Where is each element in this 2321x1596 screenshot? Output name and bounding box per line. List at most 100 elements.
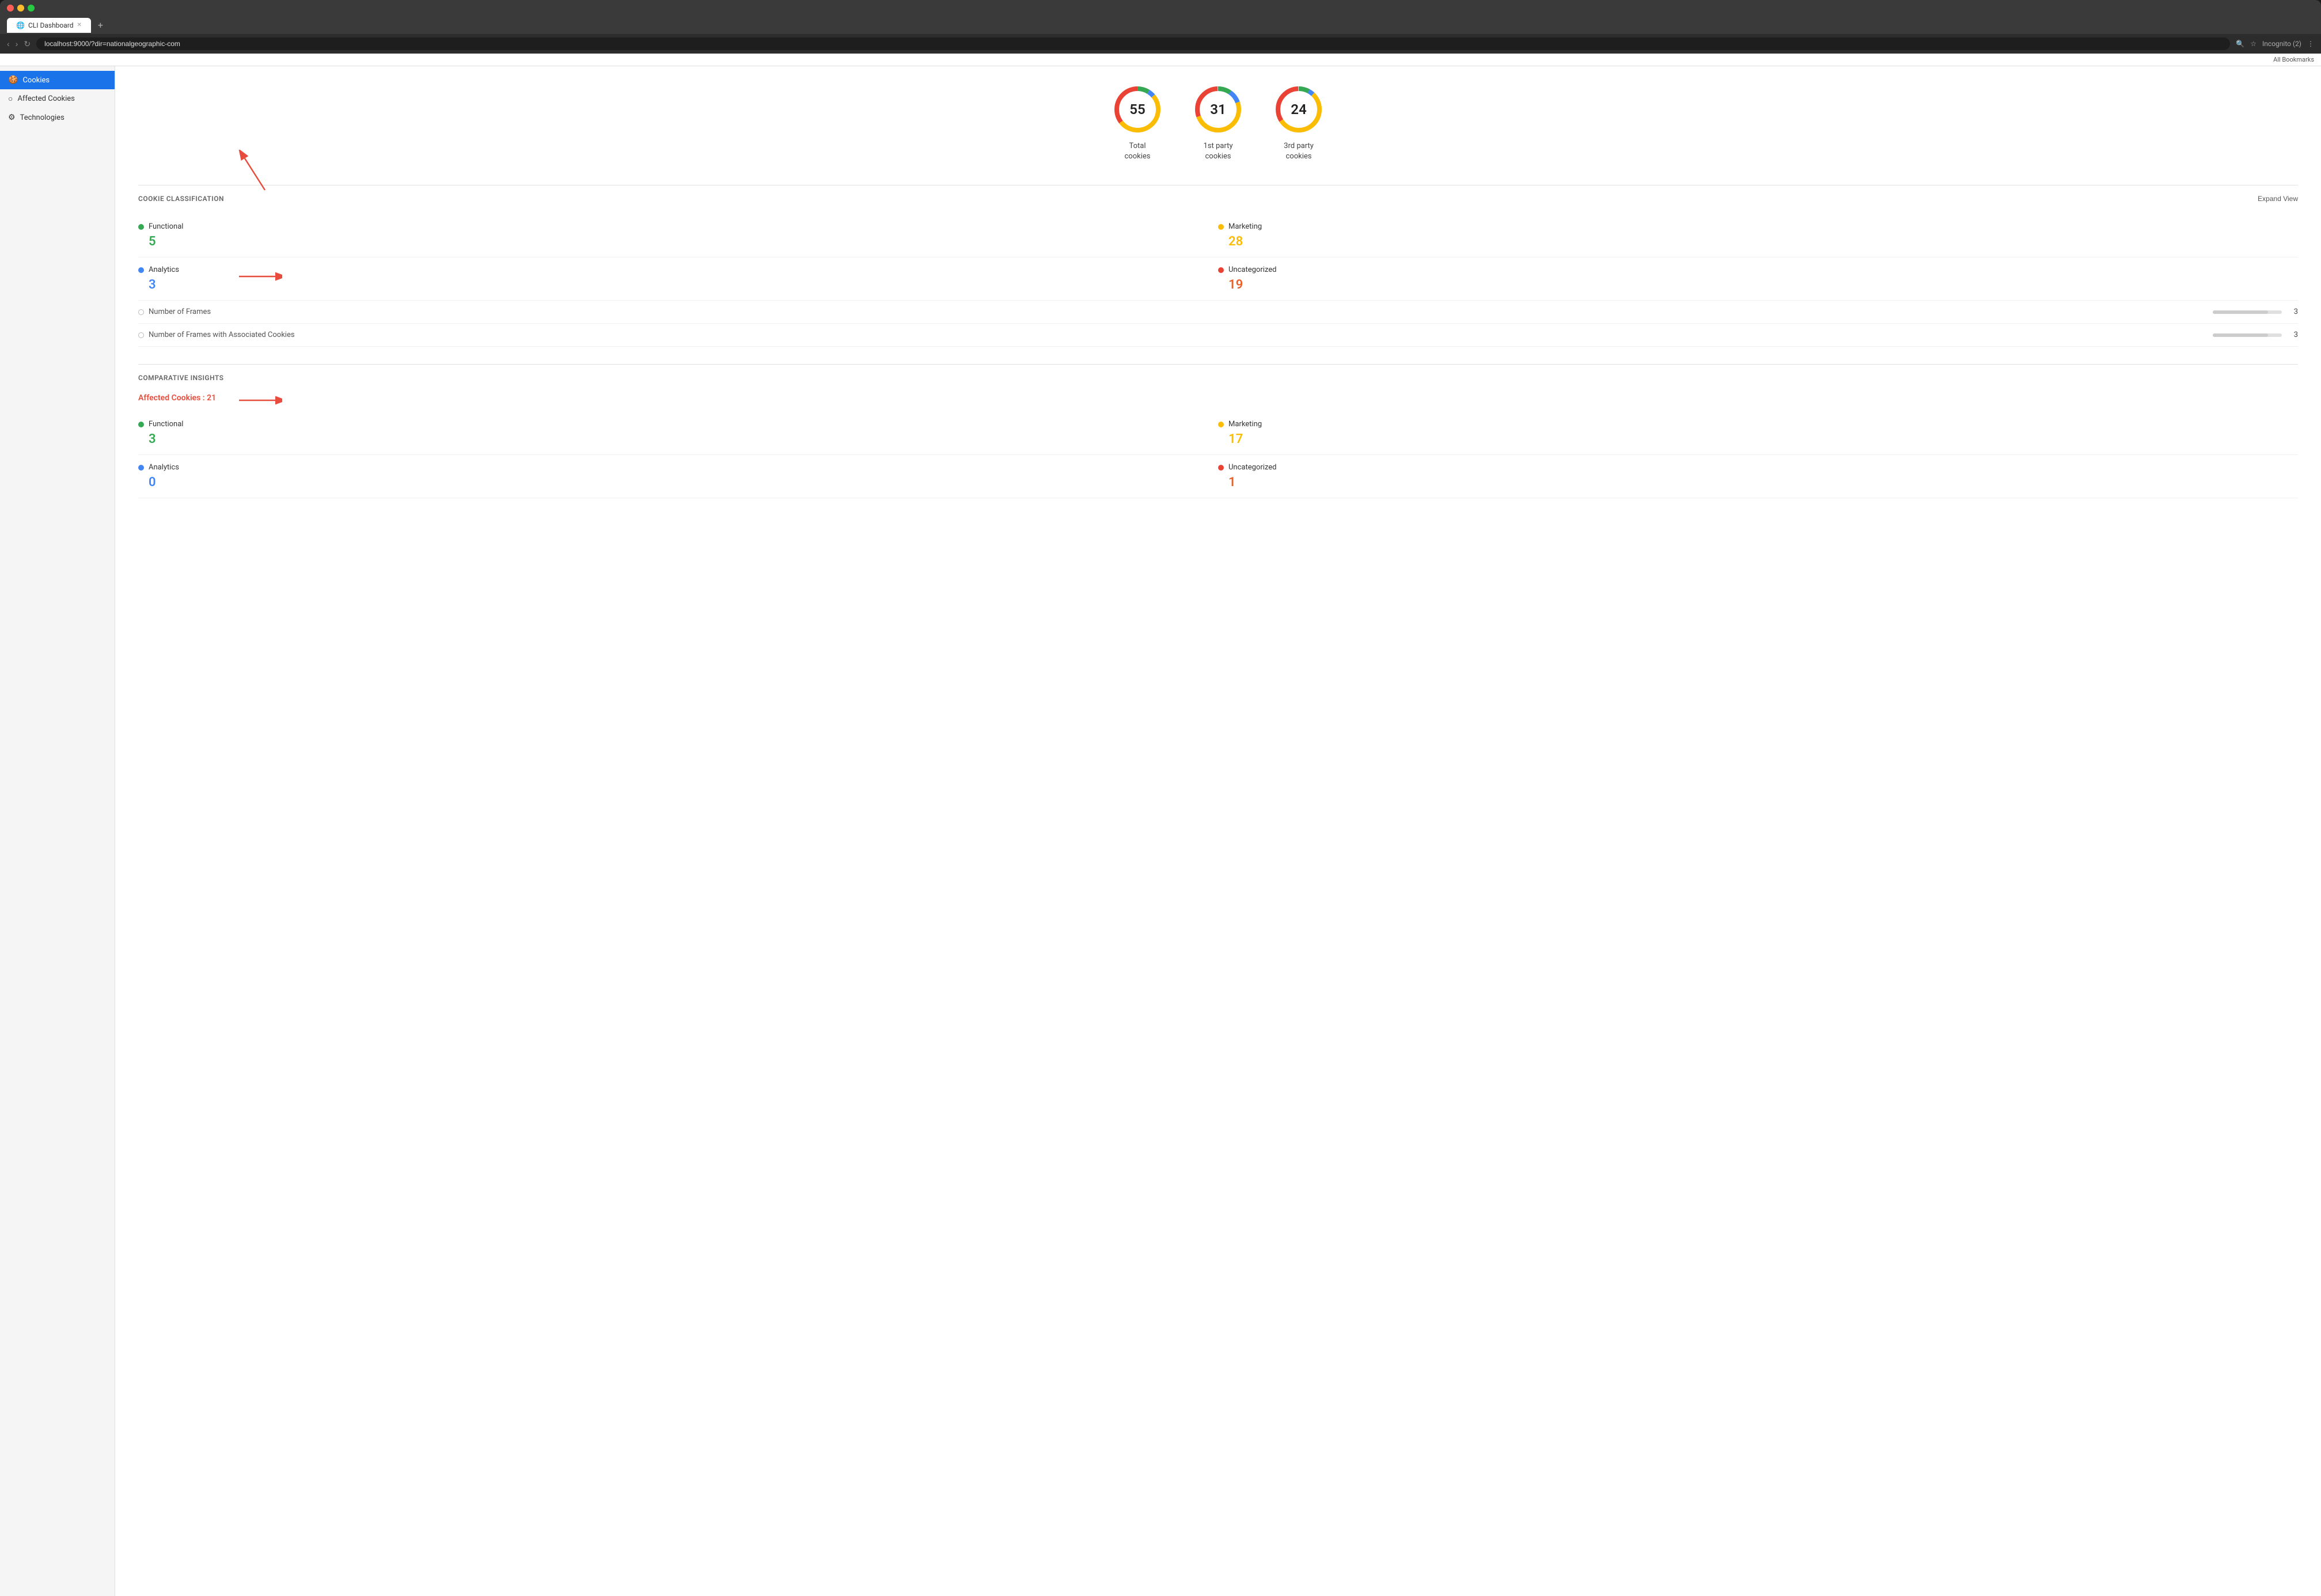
cookie-classification-header: COOKIE CLASSIFICATION Expand View — [138, 185, 2298, 203]
sidebar-item-technologies-label: Technologies — [20, 113, 65, 122]
sidebar: 🍪 Cookies ○ Affected Cookies ⚙ Technolog… — [0, 66, 115, 1596]
cookie-classification-title: COOKIE CLASSIFICATION — [138, 195, 224, 203]
frames-count-2: 3 — [2286, 331, 2298, 339]
frames-row-1: Number of Frames 3 — [138, 301, 2298, 324]
frames-label-1: Number of Frames — [149, 308, 2208, 316]
class-functional: Functional 5 — [138, 214, 1218, 257]
comp-marketing-header: Marketing — [1218, 420, 2298, 429]
new-tab-button[interactable]: + — [93, 16, 108, 34]
total-value: 55 — [1129, 101, 1145, 117]
active-tab[interactable]: 🌐 CLI Dashboard ✕ — [7, 18, 91, 33]
frames-dot-2 — [138, 332, 144, 338]
fullscreen-traffic-light[interactable] — [28, 5, 35, 12]
all-bookmarks-label: All Bookmarks — [2273, 56, 2314, 63]
affected-cookies-icon: ○ — [8, 94, 13, 104]
comparative-insights-header: COMPARATIVE INSIGHTS — [138, 364, 2298, 382]
technologies-icon: ⚙ — [8, 113, 16, 122]
back-button[interactable]: ‹ — [7, 39, 10, 48]
comp-analytics-label: Analytics — [149, 463, 179, 472]
tab-title: CLI Dashboard — [28, 21, 74, 29]
bookmark-star-icon[interactable]: ☆ — [2250, 40, 2256, 48]
comp-analytics-dot — [138, 465, 144, 471]
analytics-dot — [138, 267, 144, 273]
app-container: 🍪 Cookies ○ Affected Cookies ⚙ Technolog… — [0, 66, 2321, 1596]
bookmarks-bar: All Bookmarks — [0, 54, 2321, 66]
uncategorized-dot — [1218, 267, 1224, 273]
comp-marketing-dot — [1218, 422, 1224, 427]
total-label: Totalcookies — [1125, 141, 1151, 162]
donut-third-party: 24 — [1273, 84, 1325, 135]
sidebar-item-affected-cookies-label: Affected Cookies — [17, 94, 74, 103]
frames-bar-fill-2 — [2213, 333, 2268, 337]
comp-uncategorized-header: Uncategorized — [1218, 463, 2298, 472]
class-marketing: Marketing 28 — [1218, 214, 2298, 257]
tab-close-button[interactable]: ✕ — [77, 22, 82, 28]
sidebar-item-technologies[interactable]: ⚙ Technologies — [0, 108, 115, 127]
cookies-icon: 🍪 — [8, 75, 18, 85]
chart-total: 55 Totalcookies — [1112, 84, 1163, 162]
expand-view-button[interactable]: Expand View — [2258, 195, 2298, 203]
class-uncategorized-header: Uncategorized — [1218, 266, 2298, 274]
comp-uncategorized-label: Uncategorized — [1228, 463, 1276, 472]
comp-functional-dot — [138, 422, 144, 427]
comp-functional-label: Functional — [149, 420, 183, 429]
minimize-traffic-light[interactable] — [17, 5, 24, 12]
comp-analytics-value: 0 — [138, 475, 1218, 490]
chart-third-party: 24 3rd partycookies — [1273, 84, 1325, 162]
tab-favicon: 🌐 — [16, 21, 25, 29]
menu-icon[interactable]: ⋮ — [2307, 40, 2314, 48]
marketing-label: Marketing — [1228, 222, 1262, 231]
third-party-value: 24 — [1291, 101, 1306, 117]
class-analytics-header: Analytics — [138, 266, 1218, 274]
address-bar: ‹ › ↻ 🔍 ☆ Incognito (2) ⋮ — [0, 34, 2321, 54]
address-input[interactable] — [36, 37, 2230, 50]
analytics-label: Analytics — [149, 266, 179, 274]
first-party-value: 31 — [1210, 101, 1226, 117]
frames-dot-1 — [138, 309, 144, 315]
donut-first-party: 31 — [1192, 84, 1244, 135]
donut-total: 55 — [1112, 84, 1163, 135]
reload-button[interactable]: ↻ — [24, 39, 31, 49]
analytics-value: 3 — [138, 278, 1218, 292]
comp-uncategorized-dot — [1218, 465, 1224, 471]
titlebar — [0, 0, 2321, 16]
functional-dot — [138, 224, 144, 230]
marketing-value: 28 — [1218, 234, 2298, 249]
sidebar-item-affected-cookies[interactable]: ○ Affected Cookies — [0, 89, 115, 108]
functional-value: 5 — [138, 234, 1218, 249]
class-marketing-header: Marketing — [1218, 222, 2298, 231]
frames-bar-2 — [2213, 333, 2282, 337]
comp-analytics: Analytics 0 — [138, 455, 1218, 498]
close-traffic-light[interactable] — [7, 5, 14, 12]
comp-functional: Functional 3 — [138, 412, 1218, 455]
frames-bar-1 — [2213, 310, 2282, 314]
comp-functional-header: Functional — [138, 420, 1218, 429]
comp-marketing: Marketing 17 — [1218, 412, 2298, 455]
sidebar-item-cookies-label: Cookies — [22, 76, 50, 85]
functional-label: Functional — [149, 222, 183, 231]
comp-marketing-value: 17 — [1218, 432, 2298, 446]
comp-functional-value: 3 — [138, 432, 1218, 446]
forward-button[interactable]: › — [16, 39, 18, 48]
third-party-label: 3rd partycookies — [1284, 141, 1314, 162]
tab-bar: 🌐 CLI Dashboard ✕ + — [0, 16, 2321, 34]
class-analytics: Analytics 3 — [138, 257, 1218, 301]
class-functional-header: Functional — [138, 222, 1218, 231]
uncategorized-label: Uncategorized — [1228, 266, 1276, 274]
traffic-lights — [7, 5, 35, 12]
class-uncategorized: Uncategorized 19 — [1218, 257, 2298, 301]
sidebar-item-cookies[interactable]: 🍪 Cookies — [0, 71, 115, 89]
comp-uncategorized-value: 1 — [1218, 475, 2298, 490]
address-right-controls: 🔍 ☆ Incognito (2) ⋮ — [2236, 40, 2314, 48]
frames-label-2: Number of Frames with Associated Cookies — [149, 331, 2208, 339]
frames-row-2: Number of Frames with Associated Cookies… — [138, 324, 2298, 347]
incognito-label: Incognito (2) — [2262, 40, 2301, 48]
affected-cookies-label: Affected Cookies : 21 — [138, 393, 2298, 403]
comp-marketing-label: Marketing — [1228, 420, 1262, 429]
comparative-insights-title: COMPARATIVE INSIGHTS — [138, 374, 224, 382]
marketing-dot — [1218, 224, 1224, 230]
classification-grid: Functional 5 Marketing 28 Anal — [138, 214, 2298, 301]
first-party-label: 1st partycookies — [1204, 141, 1233, 162]
uncategorized-value: 19 — [1218, 278, 2298, 292]
frames-count-1: 3 — [2286, 308, 2298, 316]
